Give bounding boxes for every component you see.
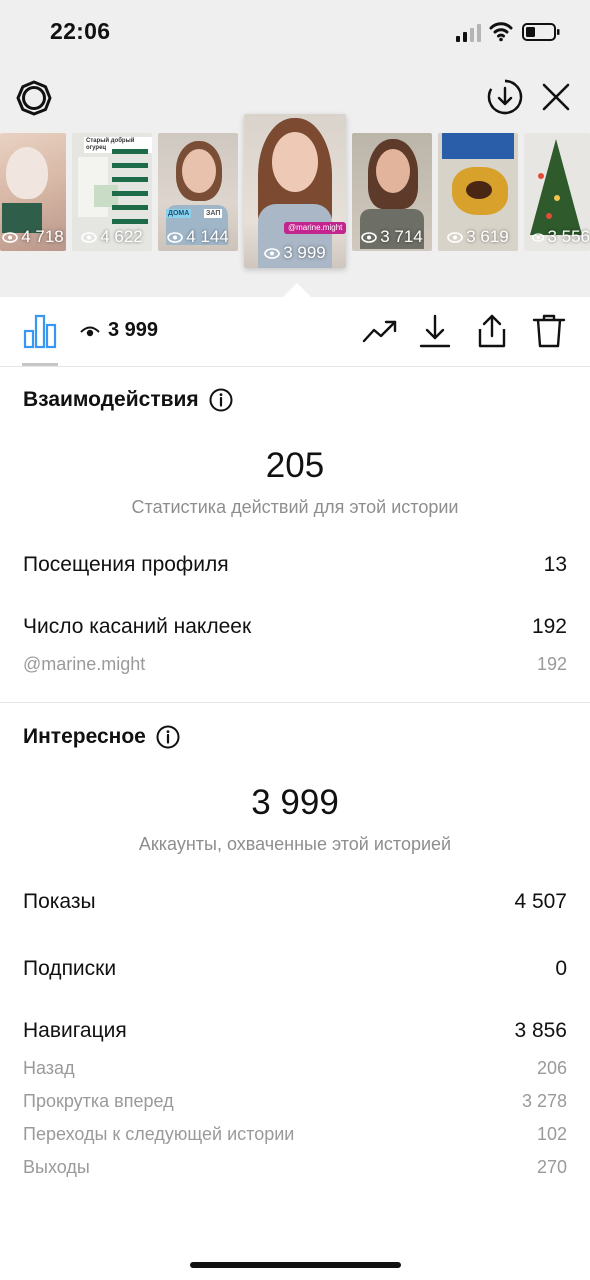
- stat-label: Прокрутка вперед: [23, 1091, 174, 1111]
- interactions-title: Взаимодействия: [23, 388, 199, 411]
- wifi-icon: [489, 22, 513, 42]
- story-thumbnail[interactable]: 3 556: [524, 133, 590, 251]
- story-views: 4 622: [72, 227, 152, 247]
- stat-row-exits: Выходы 270: [23, 1157, 567, 1178]
- eye-icon: [532, 232, 545, 242]
- story-views: 3 714: [352, 227, 432, 247]
- stat-label: @marine.might: [23, 654, 146, 674]
- stat-row-profile-visits: Посещения профиля 13: [23, 553, 567, 577]
- share-icon[interactable]: [474, 313, 510, 349]
- stat-value: 192: [531, 615, 567, 638]
- discovery-section-title: Интересное: [23, 725, 180, 749]
- stat-row-follows: Подписки 0: [23, 957, 567, 981]
- stat-value: 206: [536, 1058, 567, 1078]
- settings-gear-icon[interactable]: [16, 80, 52, 116]
- story-views: 3 556: [524, 227, 590, 247]
- status-bar: 22:06: [0, 0, 590, 64]
- story-sticker-text: ЗАП: [204, 209, 223, 218]
- interactions-caption: Статистика действий для этой истории: [131, 497, 459, 517]
- eye-icon: [447, 231, 464, 243]
- battery-icon: [522, 23, 560, 41]
- stat-row-back: Назад 206: [23, 1058, 567, 1079]
- stat-value: 192: [536, 654, 567, 674]
- bar-chart-icon[interactable]: [22, 313, 58, 349]
- status-time: 22:06: [50, 18, 111, 44]
- stat-row-forward: Прокрутка вперед 3 278: [23, 1091, 567, 1112]
- stat-row-next-story: Переходы к следующей истории 102: [23, 1124, 567, 1145]
- discovery-total: 3 999: [251, 783, 339, 822]
- stat-label: Показы: [23, 890, 96, 913]
- story-views: 3 619: [438, 227, 518, 247]
- info-icon[interactable]: [156, 725, 180, 749]
- story-thumbnail[interactable]: 4 718: [0, 133, 66, 251]
- stat-label: Посещения профиля: [23, 553, 229, 576]
- active-tab-indicator: [22, 363, 58, 366]
- story-thumbnail[interactable]: Старый добрый огурец 4 622: [72, 133, 152, 251]
- views-count: 3 999: [108, 319, 159, 341]
- eye-icon: [2, 231, 19, 243]
- story-thumbnail[interactable]: 3 619: [438, 133, 518, 251]
- stat-row-sticker-taps: Число касаний наклеек 192: [23, 615, 567, 639]
- trending-up-icon[interactable]: [362, 313, 398, 349]
- eye-icon: [167, 231, 184, 243]
- section-divider: [0, 702, 590, 703]
- story-thumbnail[interactable]: 3 714: [352, 133, 432, 251]
- story-views: 4 718: [0, 227, 66, 247]
- info-icon[interactable]: [209, 388, 233, 412]
- insights-toolbar: 3 999: [0, 297, 590, 367]
- close-icon[interactable]: [541, 82, 571, 112]
- mention-sticker: @marine.might: [284, 222, 346, 234]
- eye-icon: [81, 231, 98, 243]
- interactions-section-title: Взаимодействия: [23, 388, 233, 412]
- stat-value: 3 278: [521, 1091, 567, 1111]
- selected-story-pointer: [283, 283, 311, 297]
- stat-row-navigation: Навигация 3 856: [23, 1019, 567, 1043]
- discovery-title: Интересное: [23, 725, 146, 748]
- stat-label: Выходы: [23, 1157, 90, 1177]
- stat-value: 4 507: [514, 890, 567, 913]
- save-download-icon[interactable]: [486, 78, 524, 116]
- story-views: 4 144: [158, 227, 238, 247]
- stat-row-impressions: Показы 4 507: [23, 890, 567, 914]
- story-sticker-text: ДОМА: [166, 209, 192, 218]
- stat-label: Подписки: [23, 957, 117, 980]
- stat-label: Назад: [23, 1058, 75, 1078]
- stat-value: 13: [543, 553, 567, 576]
- discovery-caption: Аккаунты, охваченные этой историей: [138, 834, 452, 854]
- cellular-signal-icon: [456, 24, 481, 42]
- eye-icon: [80, 326, 100, 337]
- stat-label: Переходы к следующей истории: [23, 1124, 295, 1144]
- story-thumbnail[interactable]: ДОМА ЗАП 4 144: [158, 133, 238, 251]
- eye-icon: [264, 247, 281, 259]
- interactions-total: 205: [265, 446, 325, 485]
- delete-trash-icon[interactable]: [531, 313, 567, 349]
- stat-value: 270: [536, 1157, 567, 1177]
- stat-value: 3 856: [514, 1019, 567, 1042]
- story-views: 3 999: [244, 243, 346, 263]
- story-thumbnail-selected[interactable]: @marine.might 3 999: [244, 114, 346, 268]
- home-indicator[interactable]: [190, 1262, 401, 1268]
- stat-value: 0: [555, 957, 567, 980]
- download-icon[interactable]: [417, 313, 453, 349]
- stat-row-mention-sticker: @marine.might 192: [23, 654, 567, 675]
- eye-icon: [361, 231, 378, 243]
- stat-label: Число касаний наклеек: [23, 615, 252, 638]
- stat-value: 102: [536, 1124, 567, 1144]
- stat-label: Навигация: [23, 1019, 127, 1042]
